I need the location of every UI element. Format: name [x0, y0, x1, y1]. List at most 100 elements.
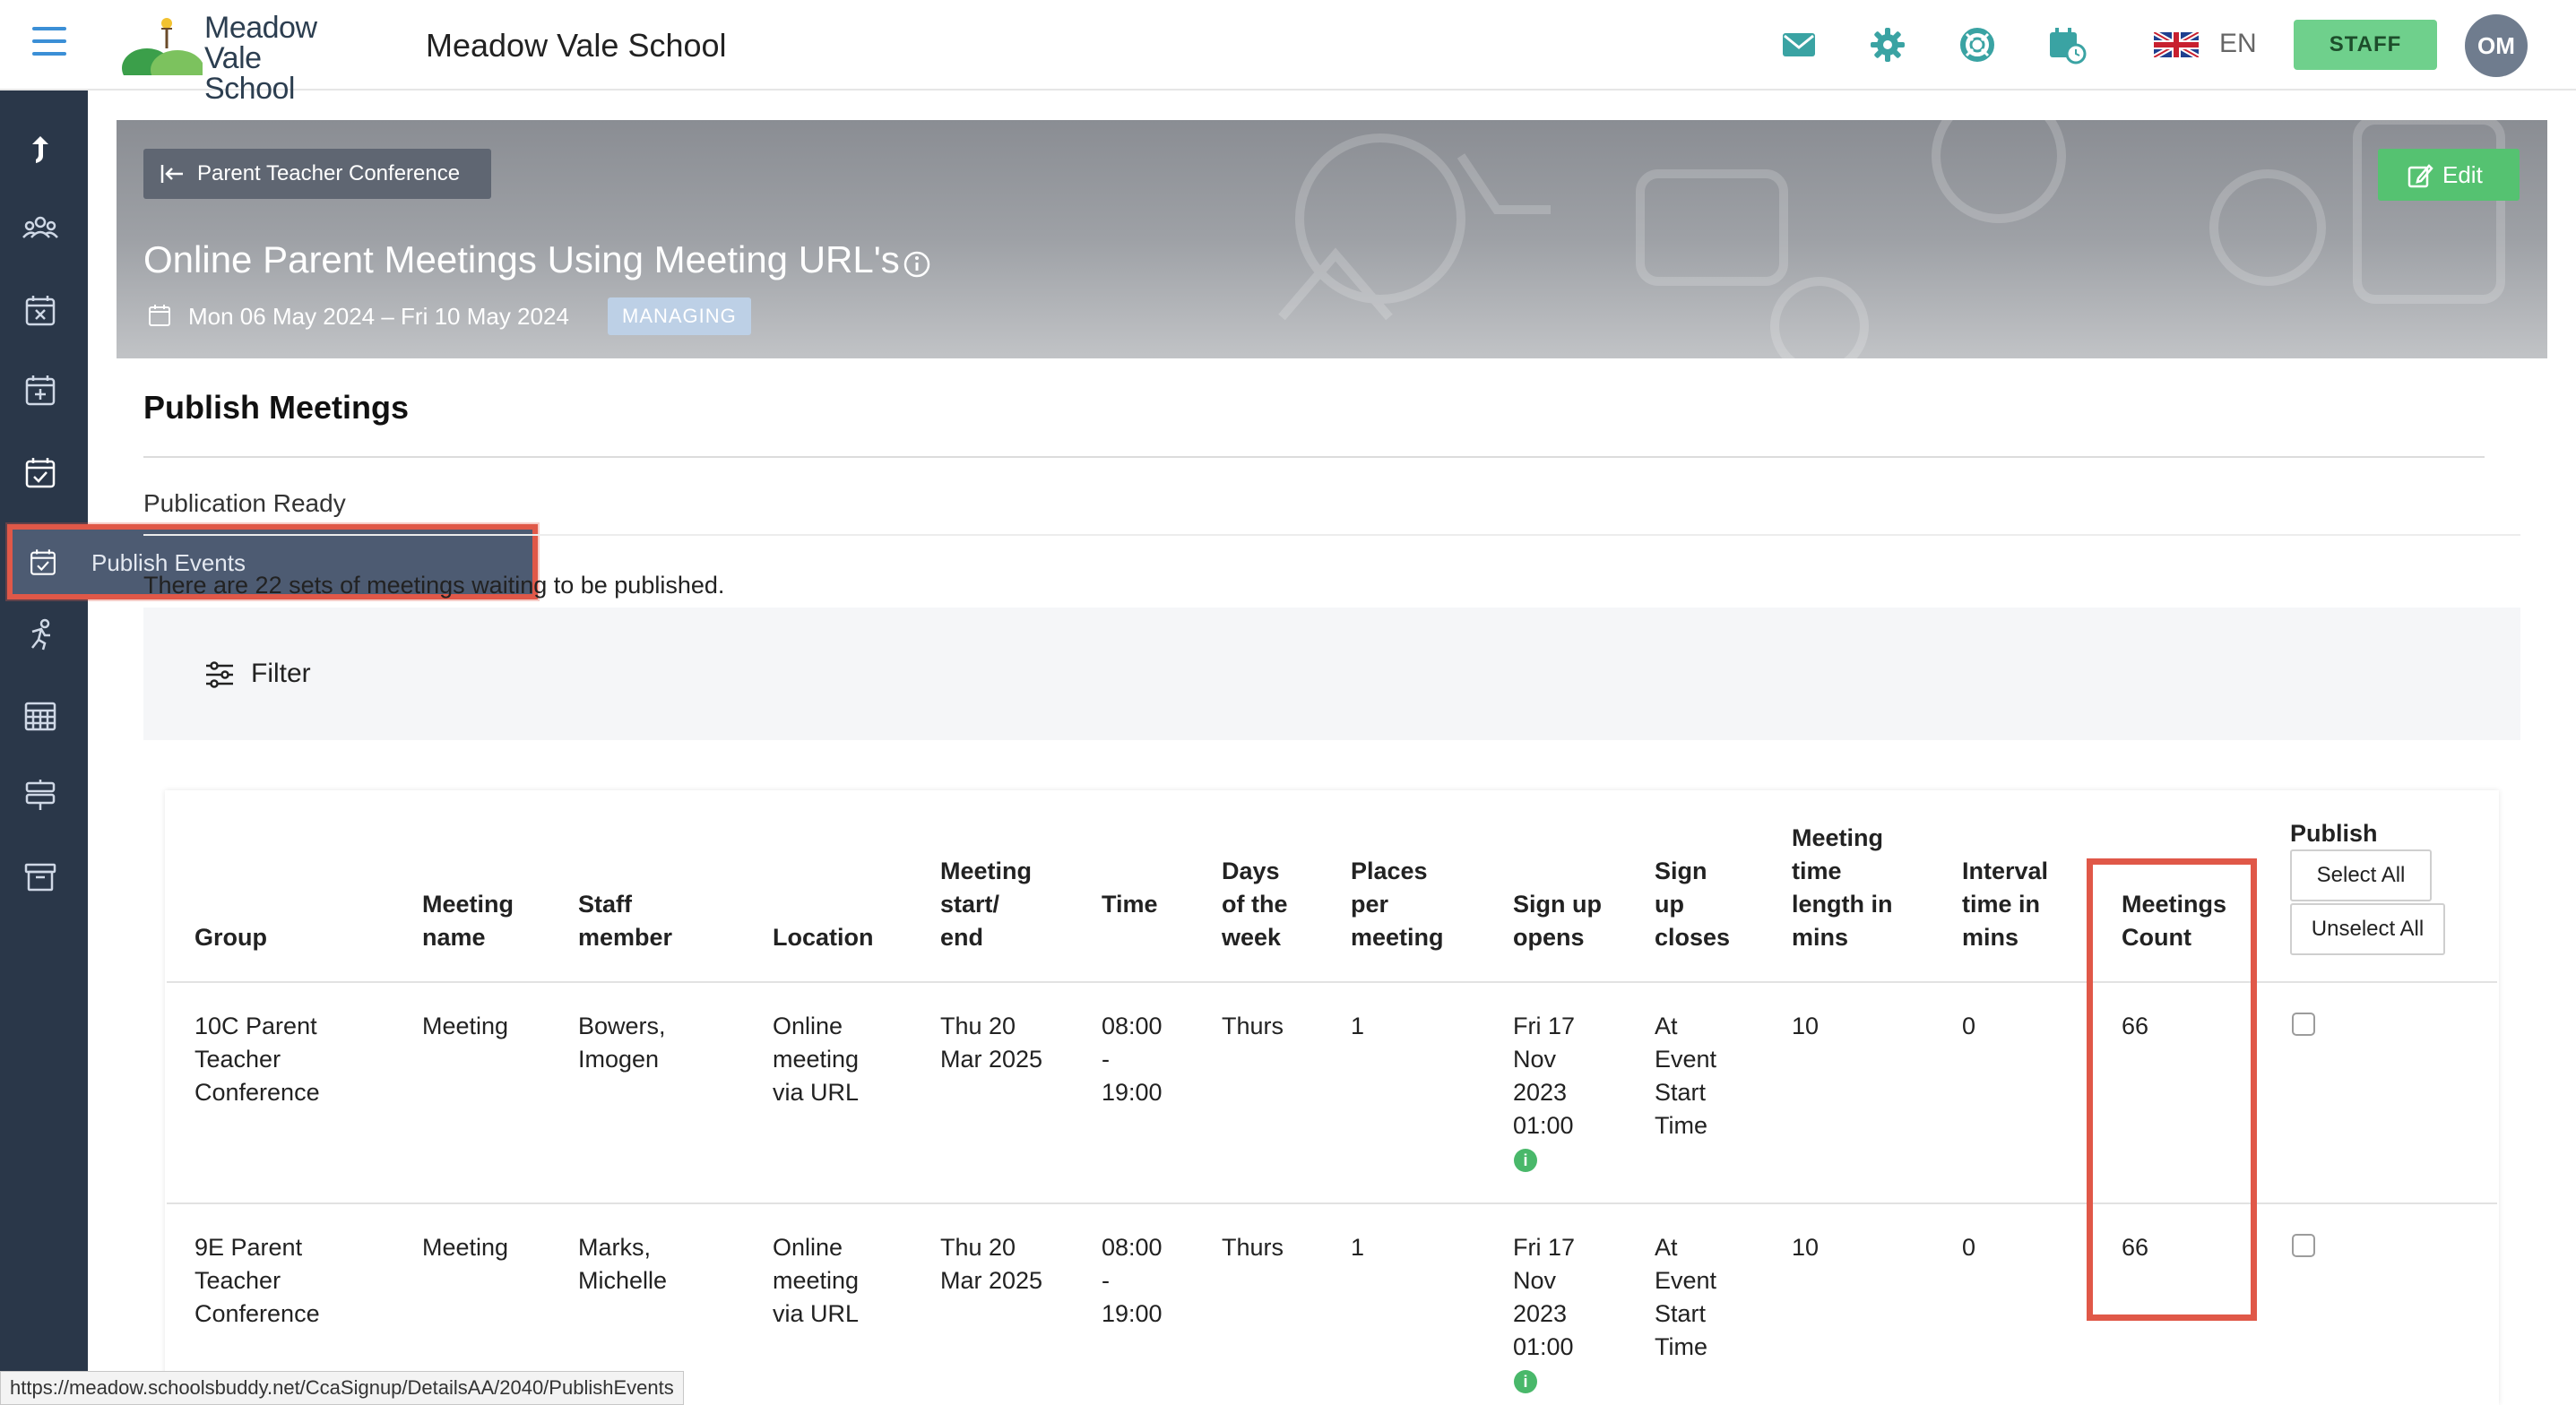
cell-line: Imogen: [578, 1046, 660, 1073]
cell-days: Thurs: [1222, 1234, 1284, 1261]
header-signup-closes[interactable]: Sign up closes: [1655, 855, 1730, 954]
cell-line: via URL: [773, 1300, 860, 1327]
cell-line: 19:00: [1102, 1079, 1163, 1106]
info-green-icon[interactable]: i: [1514, 1149, 1537, 1172]
header-line: up: [1655, 891, 1684, 918]
back-button-label: Parent Teacher Conference: [197, 161, 461, 185]
cell-signup-opens: Fri 17 Nov 2023 01:00: [1513, 1010, 1575, 1142]
user-avatar[interactable]: OM: [2465, 14, 2528, 77]
help-lifebuoy-icon[interactable]: [1958, 25, 1997, 65]
header-line: member: [578, 924, 673, 951]
cell-line: Marks,: [578, 1234, 651, 1261]
cell-staff: Bowers, Imogen: [578, 1010, 666, 1076]
header-line: week: [1222, 924, 1282, 951]
header-meeting-start-end[interactable]: Meeting start/ end: [940, 855, 1032, 954]
cell-length: 10: [1792, 1234, 1820, 1261]
publication-ready-heading: Publication Ready: [143, 489, 346, 517]
cell-line: Event: [1655, 1046, 1717, 1073]
edit-button-label: Edit: [2442, 160, 2483, 188]
header-days-of-week[interactable]: Days of the week: [1222, 855, 1288, 954]
publish-checkbox[interactable]: [2292, 1013, 2315, 1036]
header-line: opens: [1513, 924, 1585, 951]
share-icon[interactable]: [22, 131, 59, 168]
header-line: Interval: [1962, 858, 2049, 884]
header-line: name: [422, 924, 486, 951]
cell-days: Thurs: [1222, 1013, 1284, 1039]
header-line: per: [1351, 891, 1389, 918]
cell-line: Mar 2025: [940, 1267, 1043, 1294]
publish-checkbox[interactable]: [2292, 1234, 2315, 1257]
mail-icon[interactable]: [1779, 25, 1819, 65]
signpost-icon[interactable]: [22, 776, 59, 814]
sidebar: Publish Events: [0, 91, 538, 1405]
header-signup-opens[interactable]: Sign up opens: [1513, 888, 1602, 954]
back-to-conference-button[interactable]: Parent Teacher Conference: [143, 149, 491, 199]
header-meeting-time-length[interactable]: Meeting time length in mins: [1792, 822, 1892, 954]
header-staff-member[interactable]: Staff member: [578, 888, 672, 954]
language-selector[interactable]: EN: [2219, 29, 2257, 59]
activity-person-icon[interactable]: [22, 616, 59, 653]
info-green-icon[interactable]: i: [1514, 1370, 1537, 1393]
cell-start-end: Thu 20 Mar 2025: [940, 1231, 1042, 1297]
cell-signup-closes: At Event Start Time: [1655, 1231, 1716, 1364]
header-line: end: [940, 924, 984, 951]
cell-line: Event: [1655, 1267, 1717, 1294]
header-time[interactable]: Time: [1102, 888, 1158, 921]
calendar-clock-icon[interactable]: [2047, 25, 2087, 65]
header-line: closes: [1655, 924, 1731, 951]
logo-hills-icon: [122, 18, 204, 90]
header-meeting-name[interactable]: Meeting name: [422, 888, 514, 954]
header-places-per-meeting[interactable]: Places per meeting: [1351, 855, 1444, 954]
calendar-check-icon: [30, 549, 56, 575]
header-line: mins: [1792, 924, 1849, 951]
header-group[interactable]: Group: [194, 921, 267, 954]
hamburger-menu-icon[interactable]: [32, 27, 66, 56]
unselect-all-button[interactable]: Unselect All: [2290, 903, 2445, 955]
cell-meeting-name: Meeting: [422, 1234, 509, 1261]
header-line: Meeting: [940, 858, 1033, 884]
header-location[interactable]: Location: [773, 921, 874, 954]
archive-icon[interactable]: [22, 858, 59, 895]
cell-line: Bowers,: [578, 1013, 666, 1039]
cell-signup-closes: At Event Start Time: [1655, 1010, 1716, 1142]
cell-line: Nov: [1513, 1267, 1557, 1294]
waiting-count-text: There are 22 sets of meetings waiting to…: [143, 572, 725, 599]
info-icon[interactable]: [902, 249, 932, 280]
cell-length: 10: [1792, 1013, 1820, 1039]
event-banner: Parent Teacher Conference Edit Online Pa…: [117, 120, 2547, 358]
staff-role-button[interactable]: STAFF: [2294, 20, 2437, 70]
uk-flag-icon[interactable]: [2154, 32, 2199, 57]
filter-toggle[interactable]: Filter: [251, 659, 311, 689]
edit-button[interactable]: Edit: [2378, 149, 2520, 201]
logo-line2: Vale School: [204, 41, 295, 106]
divider: [143, 456, 2485, 458]
calendar-x-icon[interactable]: [22, 291, 59, 329]
calendar-plus-icon[interactable]: [22, 371, 59, 409]
cell-line: Michelle: [578, 1267, 668, 1294]
people-icon[interactable]: [22, 211, 59, 248]
settings-gear-icon[interactable]: [1868, 25, 1907, 65]
cell-time: 08:00 - 19:00: [1102, 1231, 1163, 1331]
cell-line: Fri 17: [1513, 1234, 1576, 1261]
cell-line: Online: [773, 1013, 843, 1039]
cell-signup-opens: Fri 17 Nov 2023 01:00: [1513, 1231, 1575, 1364]
calendar-check-icon[interactable]: [22, 453, 59, 491]
filter-sliders-icon[interactable]: [204, 661, 235, 688]
cell-line: Teacher: [194, 1046, 281, 1073]
cell-line: Thu 20: [940, 1013, 1016, 1039]
cell-places: 1: [1351, 1234, 1365, 1261]
top-bar: Meadow Vale School Meadow Vale School EN…: [0, 0, 2576, 104]
cell-line: -: [1102, 1046, 1110, 1073]
cell-places: 1: [1351, 1013, 1365, 1039]
cell-line: Start: [1655, 1300, 1707, 1327]
cell-group: 9E Parent Teacher Conference: [194, 1231, 320, 1331]
grid-calendar-icon[interactable]: [22, 696, 59, 734]
cell-line: Conference: [194, 1300, 320, 1327]
select-all-button[interactable]: Select All: [2290, 849, 2432, 901]
school-logo[interactable]: Meadow Vale School: [122, 13, 355, 104]
managing-status-badge: MANAGING: [608, 297, 751, 335]
cell-line: Thu 20: [940, 1234, 1016, 1261]
header-interval-time[interactable]: Interval time in mins: [1962, 855, 2048, 954]
cell-line: -: [1102, 1267, 1110, 1294]
cell-line: 19:00: [1102, 1300, 1163, 1327]
